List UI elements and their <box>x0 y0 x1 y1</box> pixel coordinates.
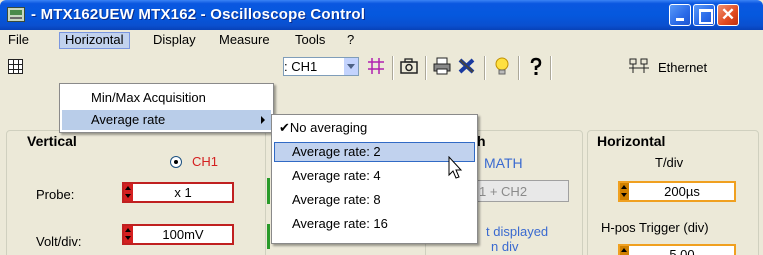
menu-help[interactable]: ? <box>342 32 359 49</box>
voltdiv-spinner[interactable]: 100mV <box>122 224 234 245</box>
hpos-value: 5.00 <box>669 247 695 255</box>
math-formula-value: 1 + CH2 <box>479 184 528 199</box>
math-note-line1: t displayed <box>486 224 549 239</box>
spinner-arrows-icon[interactable] <box>620 246 629 255</box>
tdiv-value: 200µs <box>664 184 700 199</box>
cursor-cross-icon[interactable] <box>365 57 387 79</box>
mouse-cursor-icon <box>448 156 463 179</box>
average-rate-2-item[interactable]: Average rate: 2 <box>274 142 475 162</box>
math-formula-field[interactable]: 1 + CH2 <box>474 180 569 202</box>
average-rate-label: Average rate <box>91 112 166 127</box>
voltdiv-value: 100mV <box>162 227 204 242</box>
help-icon[interactable] <box>525 57 547 79</box>
menu-display[interactable]: Display <box>148 32 201 49</box>
average-rate-item[interactable]: Average rate <box>62 110 271 130</box>
title-bar[interactable]: - MTX162UEW MTX162 - Oscilloscope Contro… <box>0 0 763 30</box>
average-rate-4-item[interactable]: Average rate: 4 <box>274 166 475 186</box>
check-icon: ✔ <box>279 120 290 135</box>
spinner-arrows-icon[interactable] <box>124 184 133 201</box>
network-icon[interactable] <box>628 57 650 79</box>
no-averaging-item[interactable]: ✔No averaging <box>274 118 475 138</box>
no-averaging-label: No averaging <box>289 120 368 135</box>
close-button[interactable]: ✕ <box>717 4 739 26</box>
math-label: MATH <box>484 155 523 171</box>
spinner-arrows-icon[interactable] <box>620 183 629 200</box>
grid-icon[interactable] <box>8 59 23 74</box>
ch2-indicator <box>267 224 270 249</box>
menu-measure[interactable]: Measure <box>214 32 275 49</box>
maximize-button[interactable] <box>693 4 715 26</box>
ch2-indicator <box>267 178 270 204</box>
toolbar-separator <box>484 56 486 80</box>
hpos-spinner[interactable]: 5.00 <box>618 244 736 255</box>
horizontal-menu-dropdown: Min/Max Acquisition Average rate <box>59 83 274 133</box>
ch1-radio[interactable] <box>170 156 182 168</box>
close-icon: ✕ <box>720 5 736 24</box>
probe-spinner[interactable]: x 1 <box>122 182 234 203</box>
probe-label: Probe: <box>36 187 75 202</box>
window-title: - MTX162UEW MTX162 - Oscilloscope Contro… <box>31 6 366 23</box>
ch1-label: CH1 <box>192 154 219 169</box>
vertical-panel-title: Vertical <box>27 133 77 149</box>
menu-file[interactable]: File <box>3 32 34 49</box>
toolbar-separator <box>425 56 427 80</box>
average-rate-8-item[interactable]: Average rate: 8 <box>274 190 475 210</box>
tdiv-spinner[interactable]: 200µs <box>618 181 736 202</box>
hpos-label: H-pos Trigger (div) <box>601 220 709 235</box>
trigger-source-value: : CH1 <box>284 59 318 74</box>
clear-icon[interactable] <box>456 57 478 79</box>
oscilloscope-app-icon[interactable] <box>7 7 25 22</box>
toolbar: : CH1 Ethernet <box>0 51 763 84</box>
chevron-down-icon[interactable] <box>343 58 358 75</box>
average-rate-16-item[interactable]: Average rate: 16 <box>274 214 475 234</box>
lightbulb-icon[interactable] <box>491 57 513 79</box>
math-note-line2: n div <box>491 239 519 254</box>
print-icon[interactable] <box>431 57 453 79</box>
min-max-acquisition-item[interactable]: Min/Max Acquisition <box>62 88 271 108</box>
camera-icon[interactable] <box>398 57 420 79</box>
spinner-arrows-icon[interactable] <box>124 226 133 243</box>
toolbar-separator <box>518 56 520 80</box>
average-rate-submenu: ✔No averaging Average rate: 2 Average ra… <box>271 114 478 244</box>
menu-tools[interactable]: Tools <box>290 32 330 49</box>
menu-bar: File Horizontal Display Measure Tools ? <box>0 30 763 50</box>
toolbar-separator <box>392 56 394 80</box>
tdiv-label: T/div <box>655 155 684 170</box>
ethernet-label[interactable]: Ethernet <box>658 60 707 75</box>
toolbar-separator <box>550 56 552 80</box>
probe-value: x 1 <box>174 185 192 200</box>
submenu-arrow-icon <box>261 116 265 124</box>
menu-horizontal[interactable]: Horizontal <box>59 32 130 49</box>
math-panel-title: h <box>477 133 486 149</box>
minimize-button[interactable] <box>669 4 691 26</box>
horizontal-panel-title: Horizontal <box>597 133 666 149</box>
voltdiv-label: Volt/div: <box>36 234 82 249</box>
trigger-source-select[interactable]: : CH1 <box>283 57 359 76</box>
